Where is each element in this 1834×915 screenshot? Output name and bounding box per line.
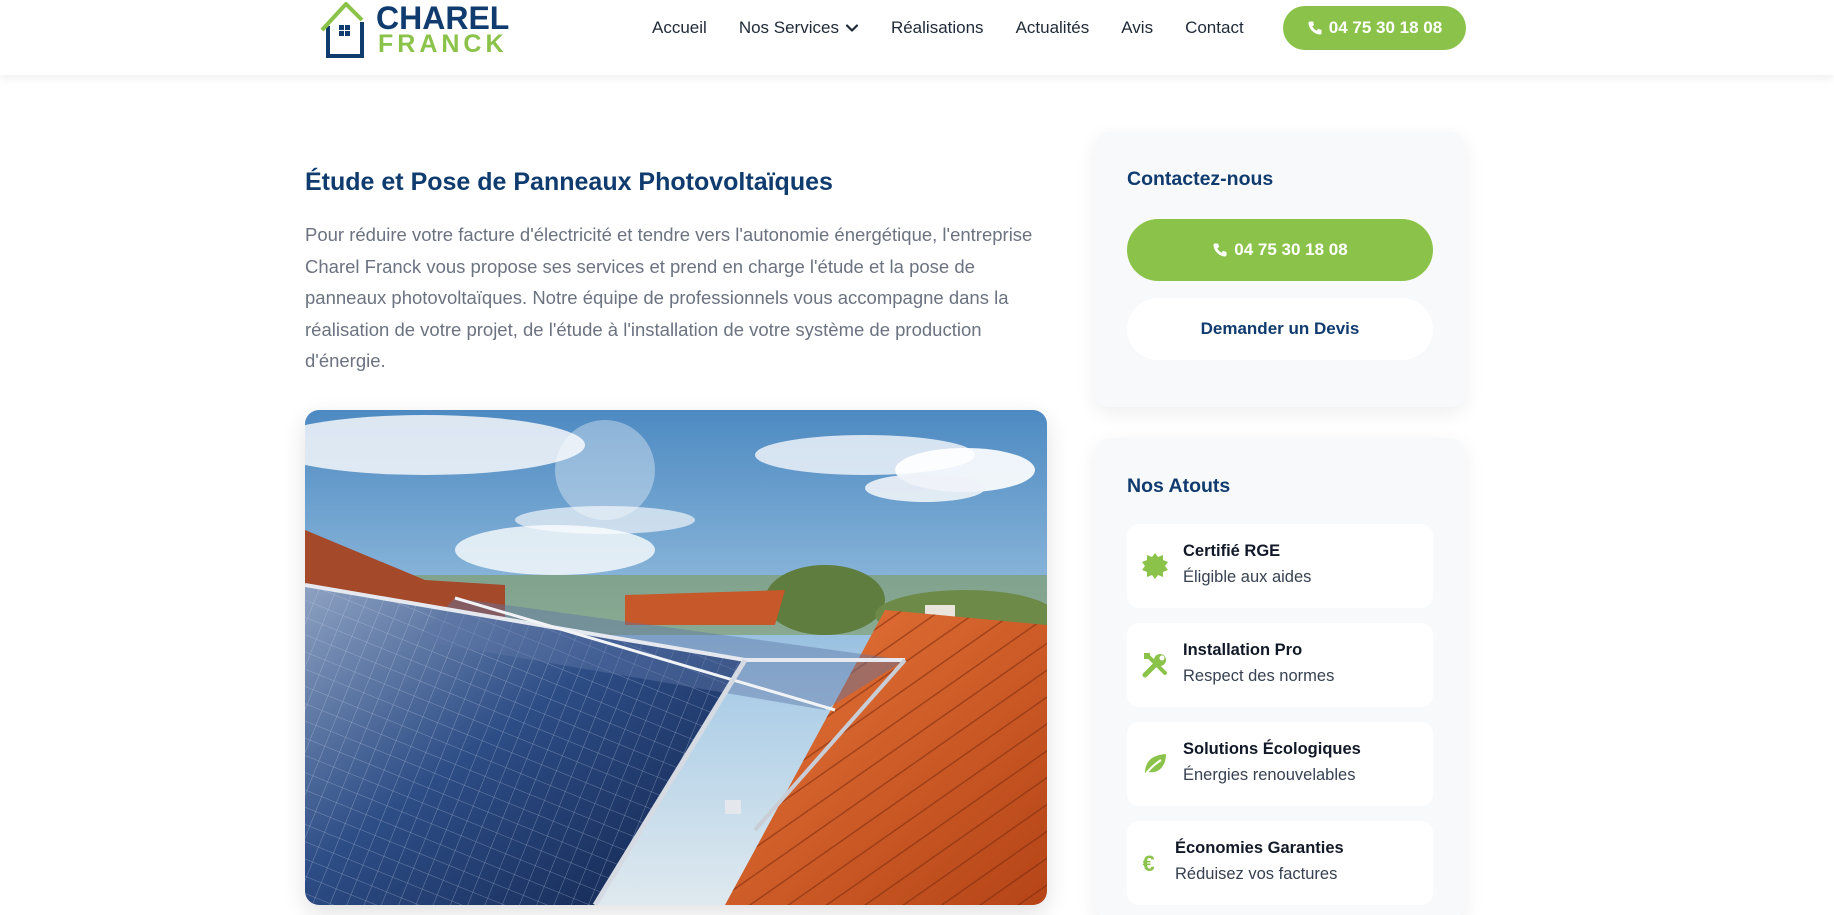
atout-subtitle: Respect des normes — [1183, 667, 1335, 685]
request-quote-label: Demander un Devis — [1200, 319, 1360, 338]
request-quote-button[interactable]: Demander un Devis — [1127, 298, 1433, 360]
atout-subtitle: Réduisez vos factures — [1175, 865, 1338, 883]
atout-title: Installation Pro — [1183, 641, 1303, 659]
nav-label: Actualités — [1015, 18, 1090, 37]
nav-label: Nos Services — [738, 18, 839, 37]
nav-item-actualites[interactable]: Actualités — [1016, 18, 1090, 38]
site-header: CHAREL FRANCK Accueil Nos Services Réali… — [0, 0, 1834, 75]
call-button[interactable]: 04 75 30 18 08 — [1127, 219, 1433, 281]
atout-title: Économies Garanties — [1175, 839, 1344, 857]
atout-subtitle: Énergies renouvelables — [1183, 766, 1356, 784]
chevron-down-icon — [845, 24, 859, 32]
nav-label: Réalisations — [890, 18, 984, 37]
phone-icon — [1308, 21, 1322, 35]
nav-item-avis[interactable]: Avis — [1121, 18, 1153, 38]
tools-icon — [1142, 653, 1167, 678]
contact-card-title: Contactez-nous — [1127, 168, 1274, 190]
atout-title: Certifié RGE — [1183, 542, 1281, 560]
nav-item-accueil[interactable]: Accueil — [652, 18, 707, 38]
atouts-card: Nos Atouts Certifié RGE Éligible aux aid… — [1095, 438, 1465, 915]
call-button-label: 04 75 30 18 08 — [1234, 240, 1348, 259]
logo-line-2: FRANCK — [378, 30, 508, 58]
solar-panels-photo — [305, 410, 1047, 905]
euro-icon: € — [1143, 851, 1155, 876]
logo[interactable]: CHAREL FRANCK — [318, 0, 540, 62]
nav-label: Contact — [1185, 18, 1244, 37]
leaf-icon — [1144, 754, 1166, 776]
atout-item: € Économies Garanties Réduisez vos factu… — [1127, 821, 1433, 905]
header-phone-label: 04 75 30 18 08 — [1328, 18, 1443, 37]
phone-icon — [1213, 243, 1227, 257]
page-title: Étude et Pose de Panneaux Photovoltaïque… — [305, 168, 833, 196]
atout-item: Solutions Écologiques Énergies renouvela… — [1127, 722, 1433, 806]
nav-item-realisations[interactable]: Réalisations — [891, 18, 984, 38]
atout-item: Certifié RGE Éligible aux aides — [1127, 524, 1433, 608]
svg-text:€: € — [1143, 851, 1155, 876]
atout-subtitle: Éligible aux aides — [1183, 568, 1312, 586]
main-nav: Accueil Nos Services Réalisations Actual… — [652, 0, 1244, 56]
atout-item: Installation Pro Respect des normes — [1127, 623, 1433, 707]
atouts-card-title: Nos Atouts — [1127, 475, 1231, 497]
nav-label: Accueil — [652, 18, 707, 37]
nav-label: Avis — [1121, 18, 1154, 37]
nav-item-services[interactable]: Nos Services — [739, 18, 859, 38]
certificate-icon — [1142, 553, 1168, 579]
header-phone-button[interactable]: 04 75 30 18 08 — [1283, 6, 1466, 50]
contact-card: Contactez-nous 04 75 30 18 08 Demander u… — [1095, 132, 1465, 407]
atout-title: Solutions Écologiques — [1183, 740, 1361, 758]
nav-item-contact[interactable]: Contact — [1185, 18, 1244, 38]
intro-paragraph: Pour réduire votre facture d'électricité… — [305, 224, 1033, 372]
